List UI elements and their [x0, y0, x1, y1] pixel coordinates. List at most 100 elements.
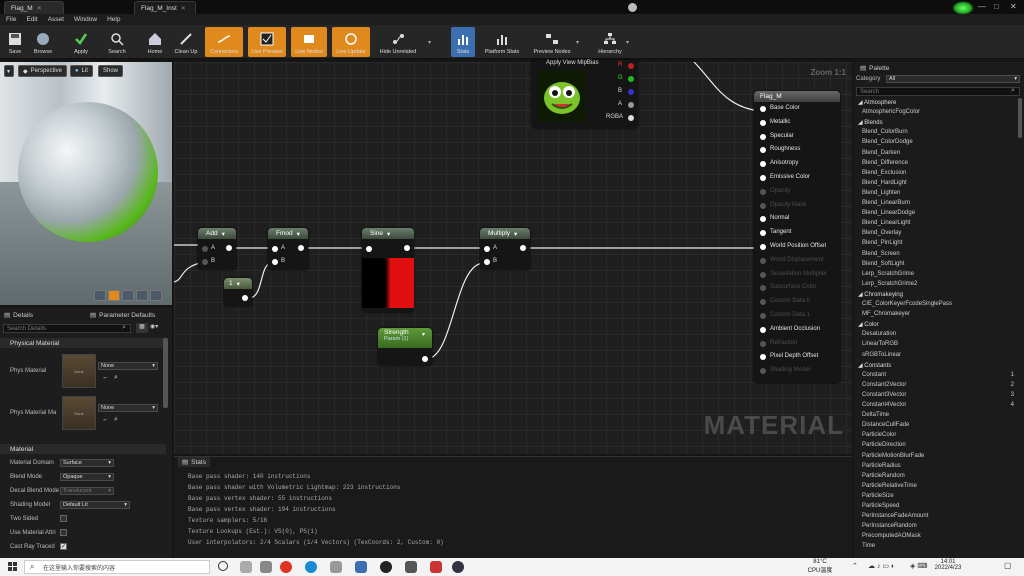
app-icon[interactable] — [430, 561, 442, 573]
phys-material-mask-thumbnail[interactable]: None — [62, 396, 96, 430]
palette-category[interactable]: ◢ Atmosphere — [858, 99, 896, 106]
pin-b[interactable] — [202, 259, 208, 265]
app-icon[interactable] — [280, 561, 292, 573]
chevron-down-icon[interactable]: ▾ — [428, 39, 431, 46]
palette-item[interactable]: Lerp_ScratchGrime — [862, 271, 914, 277]
use-selected-arrow-icon[interactable]: ← — [102, 416, 109, 423]
use-material-attributes-checkbox[interactable] — [60, 529, 67, 536]
taskbar-search-input[interactable]: 在这里输入你要搜索的内容 — [24, 560, 210, 574]
lit-button[interactable]: ● Lit — [70, 65, 93, 77]
cube-icon[interactable] — [136, 290, 148, 301]
result-pin[interactable] — [760, 340, 766, 347]
live-preview-button[interactable]: Live Preview — [248, 27, 286, 57]
app-icon[interactable] — [355, 561, 367, 573]
result-pin[interactable] — [760, 271, 766, 278]
save-button[interactable]: Save — [4, 27, 26, 57]
menu-help[interactable]: Help — [107, 16, 120, 23]
chevron-down-icon[interactable]: ▾ — [576, 39, 579, 46]
result-pin[interactable] — [760, 175, 766, 181]
hierarchy-button[interactable]: Hierarchy — [594, 27, 626, 57]
window-close-icon[interactable]: ✕ — [1010, 2, 1017, 11]
preview-nodes-button[interactable]: Preview Nodes — [530, 27, 574, 57]
result-pin[interactable] — [760, 188, 766, 195]
result-pin[interactable] — [760, 354, 766, 361]
palette-category[interactable]: ◢ Constants — [858, 362, 891, 369]
result-pin[interactable] — [760, 133, 766, 140]
tab-flag-m-inst[interactable]: Flag_M_Inst ✕ — [134, 1, 196, 14]
use-selected-arrow-icon[interactable]: ← — [102, 374, 109, 381]
platform-stats-button[interactable]: Platform Stats — [480, 27, 524, 57]
result-pin[interactable] — [760, 313, 766, 319]
constant-node[interactable]: 1 ▾ — [224, 278, 252, 306]
clock[interactable]: 14:01 2022/4/23 — [930, 559, 966, 571]
menu-file[interactable]: File — [6, 16, 16, 23]
chevron-down-icon[interactable]: ▾ — [626, 39, 629, 46]
palette-item[interactable]: DistanceCullFade — [862, 422, 909, 428]
steam-icon[interactable] — [452, 561, 464, 573]
palette-item[interactable]: Lerp_ScratchGrime2 — [862, 281, 917, 287]
palette-item[interactable]: Blend_LinearLight — [862, 220, 910, 226]
palette-item[interactable]: Blend_Lighten — [862, 190, 900, 196]
fmod-node[interactable]: Fmod ▾ A B — [268, 228, 308, 270]
close-icon[interactable]: ✕ — [181, 5, 186, 12]
blend-mode-dropdown[interactable]: Opaque ▾ — [60, 473, 114, 481]
palette-item[interactable]: Blend_SoftLight — [862, 261, 904, 267]
add-node[interactable]: Add ▾ A B — [198, 228, 236, 270]
phys-material-mask-dropdown[interactable]: None ▾ — [98, 404, 158, 412]
palette-item[interactable]: Blend_Exclusion — [862, 170, 906, 176]
viewport-menu-button[interactable]: ▾ — [4, 65, 14, 77]
grid-view-icon[interactable]: ▦ — [136, 323, 148, 333]
material-domain-dropdown[interactable]: Surface ▾ — [60, 459, 114, 467]
palette-search-input[interactable]: Search — [856, 87, 1020, 96]
palette-category[interactable]: ◢ Blends — [858, 119, 883, 126]
live-update-button[interactable]: Live Update — [332, 27, 370, 57]
palette-item[interactable]: LinearToRGB — [862, 341, 898, 347]
palette-item[interactable]: ParticleMotionBlurFade — [862, 453, 924, 459]
tab-details[interactable]: ▤ Details — [4, 310, 33, 320]
pin-b[interactable] — [628, 89, 634, 95]
preview-viewport[interactable]: ▾ ◆ Perspective ● Lit Show — [0, 62, 172, 305]
result-pin[interactable] — [760, 161, 766, 168]
palette-item[interactable]: Blend_Difference — [862, 160, 908, 166]
tab-stats[interactable]: ▤ Stats — [178, 457, 210, 467]
palette-item[interactable]: ParticleDirection — [862, 442, 906, 448]
minimize-icon[interactable]: — — [978, 2, 986, 11]
palette-item[interactable]: MF_Chromakeyer — [862, 311, 910, 317]
palette-item[interactable]: Blend_ColorBurn — [862, 129, 908, 135]
windows-start-icon[interactable] — [8, 562, 18, 572]
strength-parameter-node[interactable]: Strength Param (1) ▾ — [378, 328, 432, 366]
palette-category[interactable]: ◢ Chromakeying — [858, 291, 903, 298]
palette-item[interactable]: ParticleSize — [862, 493, 894, 499]
app-icon[interactable] — [260, 561, 272, 573]
details-scrollbar[interactable] — [163, 338, 168, 408]
palette-item[interactable]: ParticleSpeed — [862, 503, 899, 509]
chevron-up-icon[interactable]: ⌃ — [852, 562, 858, 570]
result-pin[interactable] — [760, 285, 766, 292]
two-sided-checkbox[interactable] — [60, 515, 67, 522]
sine-node[interactable]: Sine ▾ — [362, 228, 414, 312]
result-pin[interactable] — [760, 244, 766, 250]
task-switch-icon[interactable] — [240, 561, 252, 573]
result-pin[interactable] — [760, 368, 766, 375]
pin-rgba[interactable] — [628, 115, 634, 121]
details-search-input[interactable]: Search Details — [3, 324, 131, 333]
plane-icon[interactable] — [122, 290, 134, 301]
pin-output[interactable] — [404, 245, 410, 251]
palette-item[interactable]: DeltaTime — [862, 412, 889, 418]
pin-b[interactable] — [484, 259, 490, 265]
palette-item[interactable]: Constant — [862, 372, 886, 378]
palette-item[interactable]: Constant3Vector — [862, 392, 906, 398]
pin-a[interactable] — [272, 246, 278, 252]
maximize-icon[interactable]: □ — [994, 2, 999, 11]
apply-button[interactable]: Apply — [68, 27, 94, 57]
palette-item[interactable]: Blend_HardLight — [862, 180, 907, 186]
pin-input[interactable] — [366, 246, 372, 252]
palette-item[interactable]: ParticleRandom — [862, 473, 905, 479]
folder-icon[interactable] — [330, 561, 342, 573]
pin-a[interactable] — [628, 102, 634, 108]
close-icon[interactable]: ✕ — [37, 5, 42, 12]
palette-item[interactable]: ParticleRelativeTime — [862, 483, 917, 489]
material-result-node[interactable]: Flag_M Base Color Metallic Specular Roughne… — [754, 91, 840, 383]
browse-search-icon[interactable]: ⌕ — [114, 416, 118, 424]
pin-a[interactable] — [484, 246, 490, 252]
